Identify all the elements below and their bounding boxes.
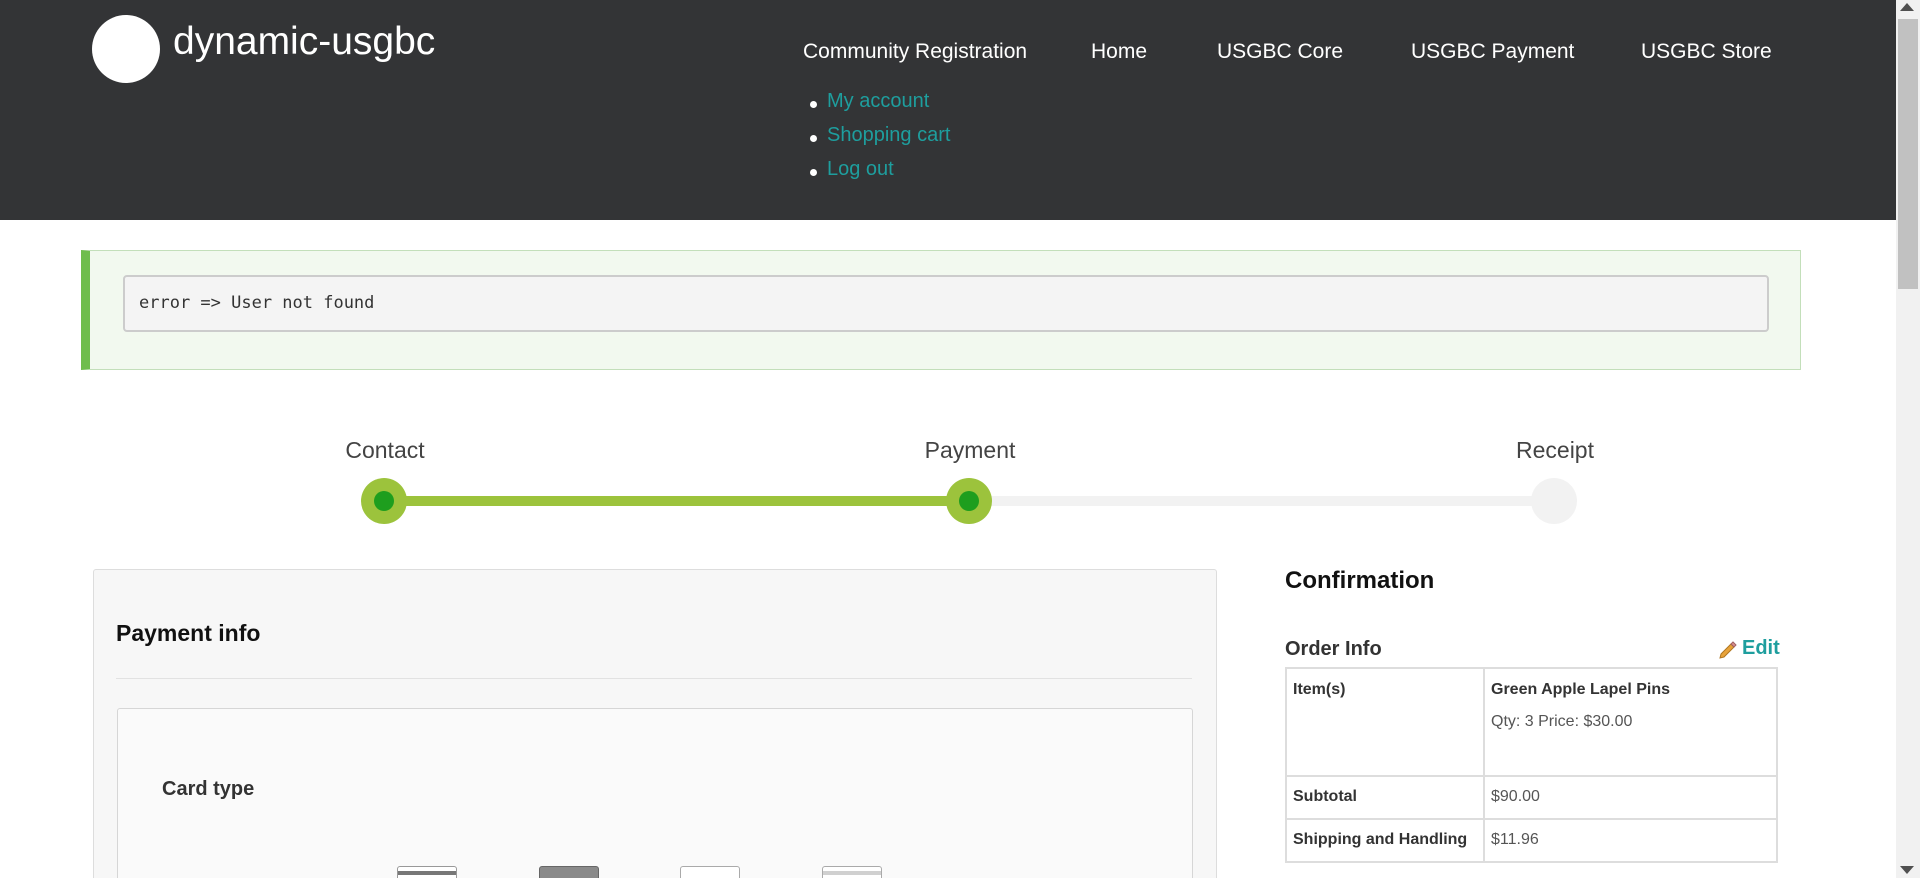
- subtotal-label: Subtotal: [1293, 788, 1357, 805]
- pencil-icon[interactable]: [1718, 639, 1738, 659]
- confirmation-title: Confirmation: [1285, 567, 1435, 594]
- payment-info-title: Payment info: [116, 620, 261, 646]
- subtotal-value: $90.00: [1491, 788, 1540, 805]
- user-menu: My account Shopping cart Log out: [810, 90, 950, 192]
- order-info-table: Item(s) Green Apple Lapel Pins Qty: 3 Pr…: [1285, 667, 1778, 863]
- scrollbar-thumb[interactable]: [1898, 19, 1918, 289]
- log-out-link[interactable]: Log out: [827, 158, 894, 180]
- items-label: Item(s): [1293, 681, 1346, 698]
- item-qty-price: Qty: 3 Price: $30.00: [1491, 713, 1633, 730]
- table-row: Item(s) Green Apple Lapel Pins Qty: 3 Pr…: [1285, 667, 1778, 777]
- discover-card-icon[interactable]: [822, 866, 882, 878]
- step-label-payment: Payment: [924, 437, 1016, 463]
- step-marker-payment: [946, 478, 992, 524]
- my-account-link[interactable]: My account: [827, 90, 929, 112]
- visa-card-icon[interactable]: [397, 866, 457, 878]
- card-type-label: Card type: [162, 778, 255, 800]
- progress-fill: [384, 496, 970, 506]
- nav-community-registration[interactable]: Community Registration: [803, 40, 1027, 64]
- nav-usgbc-core[interactable]: USGBC Core: [1217, 40, 1343, 64]
- shipping-value: $11.96: [1491, 831, 1539, 848]
- scroll-down-icon[interactable]: [1900, 866, 1914, 874]
- step-marker-receipt: [1531, 478, 1577, 524]
- table-row: Shipping and Handling $11.96: [1285, 818, 1778, 863]
- user-menu-item: Shopping cart: [810, 124, 950, 158]
- step-label-contact: Contact: [345, 437, 425, 463]
- amex-card-icon[interactable]: [680, 866, 740, 878]
- user-menu-item: Log out: [810, 158, 950, 192]
- scroll-up-icon[interactable]: [1900, 3, 1914, 11]
- page-viewport: dynamic-usgbc Community Registration Hom…: [0, 0, 1896, 878]
- nav-usgbc-store[interactable]: USGBC Store: [1641, 40, 1772, 64]
- shipping-label: Shipping and Handling: [1293, 831, 1468, 848]
- mastercard-card-icon[interactable]: [539, 866, 599, 878]
- table-row: Subtotal $90.00: [1285, 775, 1778, 820]
- order-info-label: Order Info: [1285, 638, 1382, 660]
- error-message-text: error => User not found: [123, 275, 1769, 332]
- edit-order-link[interactable]: Edit: [1742, 637, 1780, 660]
- shopping-cart-link[interactable]: Shopping cart: [827, 124, 950, 146]
- step-label-receipt: Receipt: [1516, 437, 1594, 463]
- user-menu-item: My account: [810, 90, 950, 124]
- site-logo[interactable]: [92, 15, 160, 83]
- nav-usgbc-payment[interactable]: USGBC Payment: [1411, 40, 1574, 64]
- site-name[interactable]: dynamic-usgbc: [173, 20, 435, 64]
- item-name: Green Apple Lapel Pins: [1491, 681, 1671, 698]
- nav-home[interactable]: Home: [1091, 40, 1147, 64]
- card-type-fieldset: [117, 708, 1193, 878]
- site-header: dynamic-usgbc Community Registration Hom…: [0, 0, 1896, 220]
- divider: [116, 678, 1192, 679]
- step-marker-contact: [361, 478, 407, 524]
